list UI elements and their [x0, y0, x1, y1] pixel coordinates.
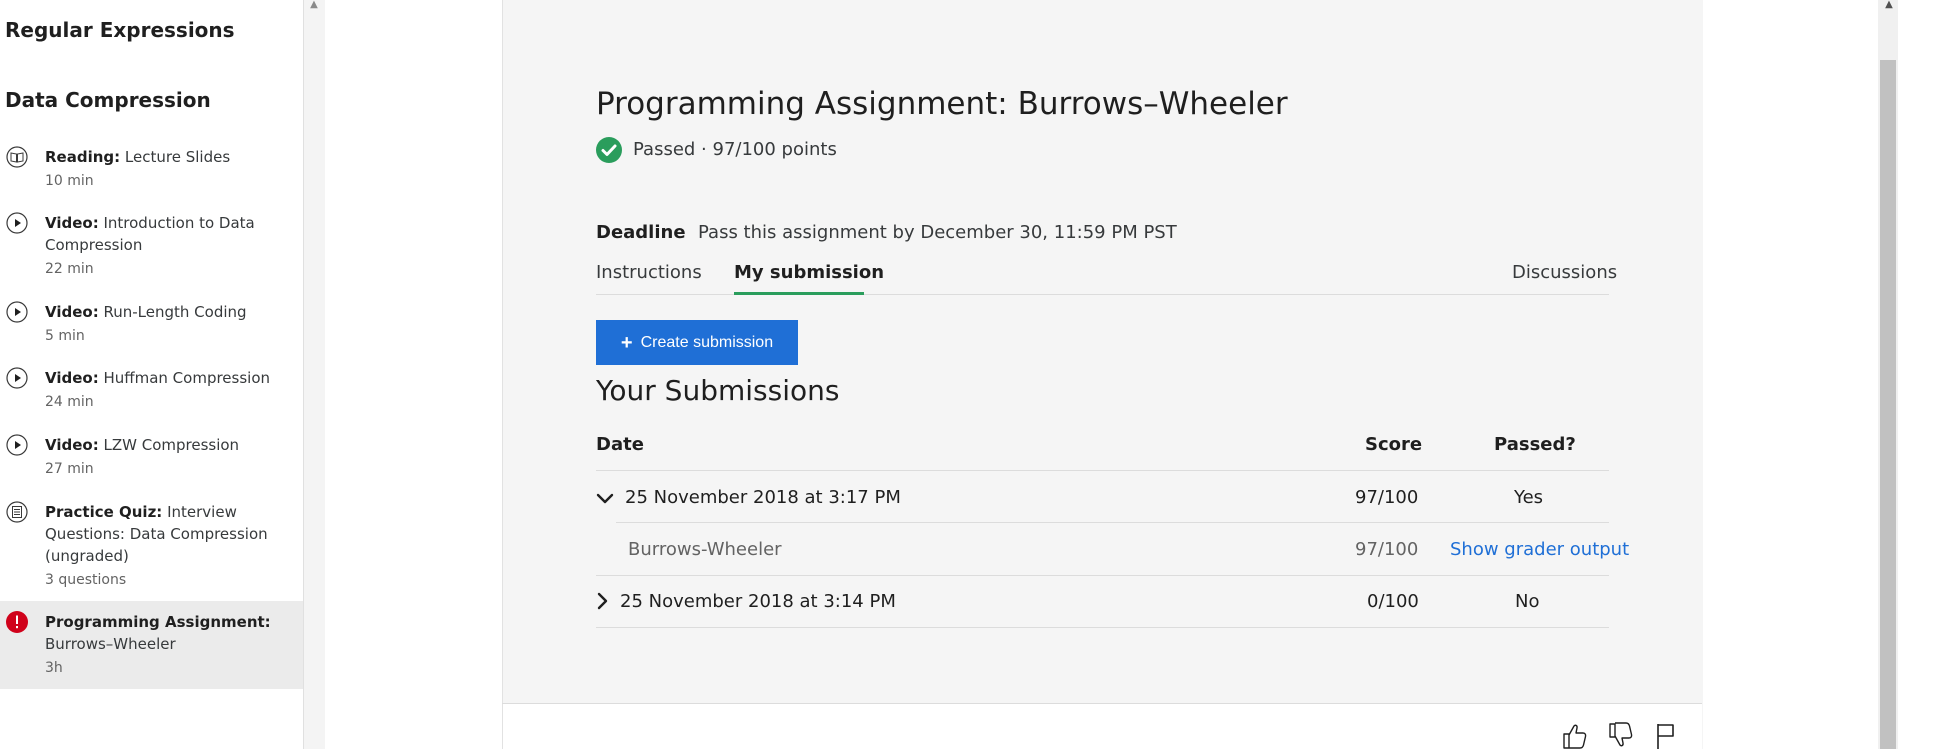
- sidebar-section-title[interactable]: Regular Expressions: [5, 18, 235, 42]
- sidebar-item-type: Video:: [45, 214, 99, 232]
- sidebar-item-run-length-coding[interactable]: Video: Run-Length Coding 5 min: [0, 301, 303, 351]
- deadline-text: Pass this assignment by December 30, 11:…: [698, 222, 1177, 243]
- submission-score: 0/100: [1367, 591, 1419, 612]
- sidebar-item-type: Reading:: [45, 148, 121, 166]
- sidebar-item-meta: 3 questions: [45, 572, 127, 588]
- sidebar-item-meta: 5 min: [45, 328, 85, 344]
- card-footer: [503, 704, 1702, 749]
- sidebar-item-label: Huffman Compression: [103, 369, 271, 387]
- sidebar-item-meta: 3h: [45, 660, 63, 676]
- quiz-icon: [6, 501, 28, 523]
- scroll-up-arrow-icon[interactable]: ▲: [308, 0, 320, 12]
- chevron-down-icon[interactable]: [596, 490, 614, 508]
- submission-part-name: Burrows-Wheeler: [628, 539, 782, 560]
- tab-instructions[interactable]: Instructions: [596, 262, 702, 283]
- tab-discussions[interactable]: Discussions: [1512, 262, 1617, 283]
- sidebar-item-type: Video:: [45, 369, 99, 387]
- course-sidebar: Regular Expressions Data Compression Rea…: [0, 0, 303, 749]
- submission-score: 97/100: [1355, 487, 1419, 508]
- play-icon: [6, 434, 28, 456]
- sidebar-item-lecture-slides[interactable]: Reading: Lecture Slides 10 min: [0, 146, 303, 196]
- sidebar-item-label: Lecture Slides: [124, 148, 231, 166]
- sidebar-item-type: Video:: [45, 303, 99, 321]
- sidebar-item-label: LZW Compression: [103, 436, 240, 454]
- sidebar-item-burrows-wheeler[interactable]: Programming Assignment: Burrows–Wheeler 3…: [0, 601, 303, 689]
- table-divider: [616, 522, 1609, 523]
- sidebar-item-type: Practice Quiz:: [45, 503, 163, 521]
- table-divider: [596, 627, 1609, 628]
- sidebar-item-label: Run-Length Coding: [103, 303, 247, 321]
- page-scrollbar-thumb[interactable]: [1880, 60, 1896, 749]
- submission-part-score: 97/100: [1355, 539, 1419, 560]
- sidebar-item-type: Video:: [45, 436, 99, 454]
- table-divider: [596, 575, 1609, 576]
- create-submission-button[interactable]: + Create submission: [596, 320, 798, 365]
- submission-passed: No: [1515, 591, 1540, 612]
- sidebar-item-meta: 27 min: [45, 461, 94, 477]
- column-header-passed: Passed?: [1494, 434, 1576, 455]
- submission-date[interactable]: 25 November 2018 at 3:17 PM: [625, 487, 901, 508]
- page-title: Programming Assignment: Burrows–Wheeler: [596, 86, 1288, 122]
- status-text: Passed · 97/100 points: [633, 139, 837, 160]
- column-header-score: Score: [1365, 434, 1423, 455]
- play-icon: [6, 367, 28, 389]
- table-divider: [596, 470, 1609, 471]
- sidebar-item-intro-data-compression[interactable]: Video: Introduction to Data Compression 2…: [0, 212, 303, 284]
- main-margin: [1703, 0, 1878, 749]
- play-icon: [6, 212, 28, 234]
- sidebar-item-lzw-compression[interactable]: Video: LZW Compression 27 min: [0, 434, 303, 484]
- column-header-date: Date: [596, 434, 644, 455]
- alert-icon: [6, 611, 28, 633]
- scroll-up-arrow-icon[interactable]: ▲: [1883, 0, 1895, 12]
- sidebar-item-meta: 10 min: [45, 173, 94, 189]
- sidebar-item-type: Programming Assignment:: [45, 613, 271, 631]
- play-icon: [6, 301, 28, 323]
- show-grader-output-link[interactable]: Show grader output: [1450, 539, 1629, 560]
- sidebar-scrollbar-track[interactable]: [303, 0, 325, 749]
- sidebar-item-label: Burrows–Wheeler: [45, 635, 176, 653]
- sidebar-divider: [303, 0, 304, 749]
- plus-icon: +: [620, 331, 633, 354]
- submission-passed: Yes: [1514, 487, 1544, 508]
- flag-icon[interactable]: [1653, 722, 1679, 749]
- chevron-right-icon[interactable]: [594, 592, 612, 610]
- submissions-title: Your Submissions: [596, 374, 840, 407]
- tab-my-submission[interactable]: My submission: [734, 262, 884, 283]
- sidebar-item-meta: 24 min: [45, 394, 94, 410]
- sidebar-item-interview-questions[interactable]: Practice Quiz: Interview Questions: Data…: [0, 501, 303, 595]
- thumbs-up-icon[interactable]: [1562, 722, 1588, 749]
- active-tab-indicator: [734, 292, 864, 295]
- sidebar-section-title[interactable]: Data Compression: [5, 88, 211, 112]
- thumbs-down-icon[interactable]: [1608, 722, 1634, 749]
- create-submission-label: Create submission: [640, 333, 774, 351]
- main-margin: [325, 0, 502, 749]
- deadline-label: Deadline: [596, 222, 686, 243]
- sidebar-item-huffman-compression[interactable]: Video: Huffman Compression 24 min: [0, 367, 303, 417]
- book-icon: [6, 146, 28, 168]
- submission-date[interactable]: 25 November 2018 at 3:14 PM: [620, 591, 896, 612]
- check-circle-icon: [596, 137, 622, 163]
- sidebar-item-meta: 22 min: [45, 261, 94, 277]
